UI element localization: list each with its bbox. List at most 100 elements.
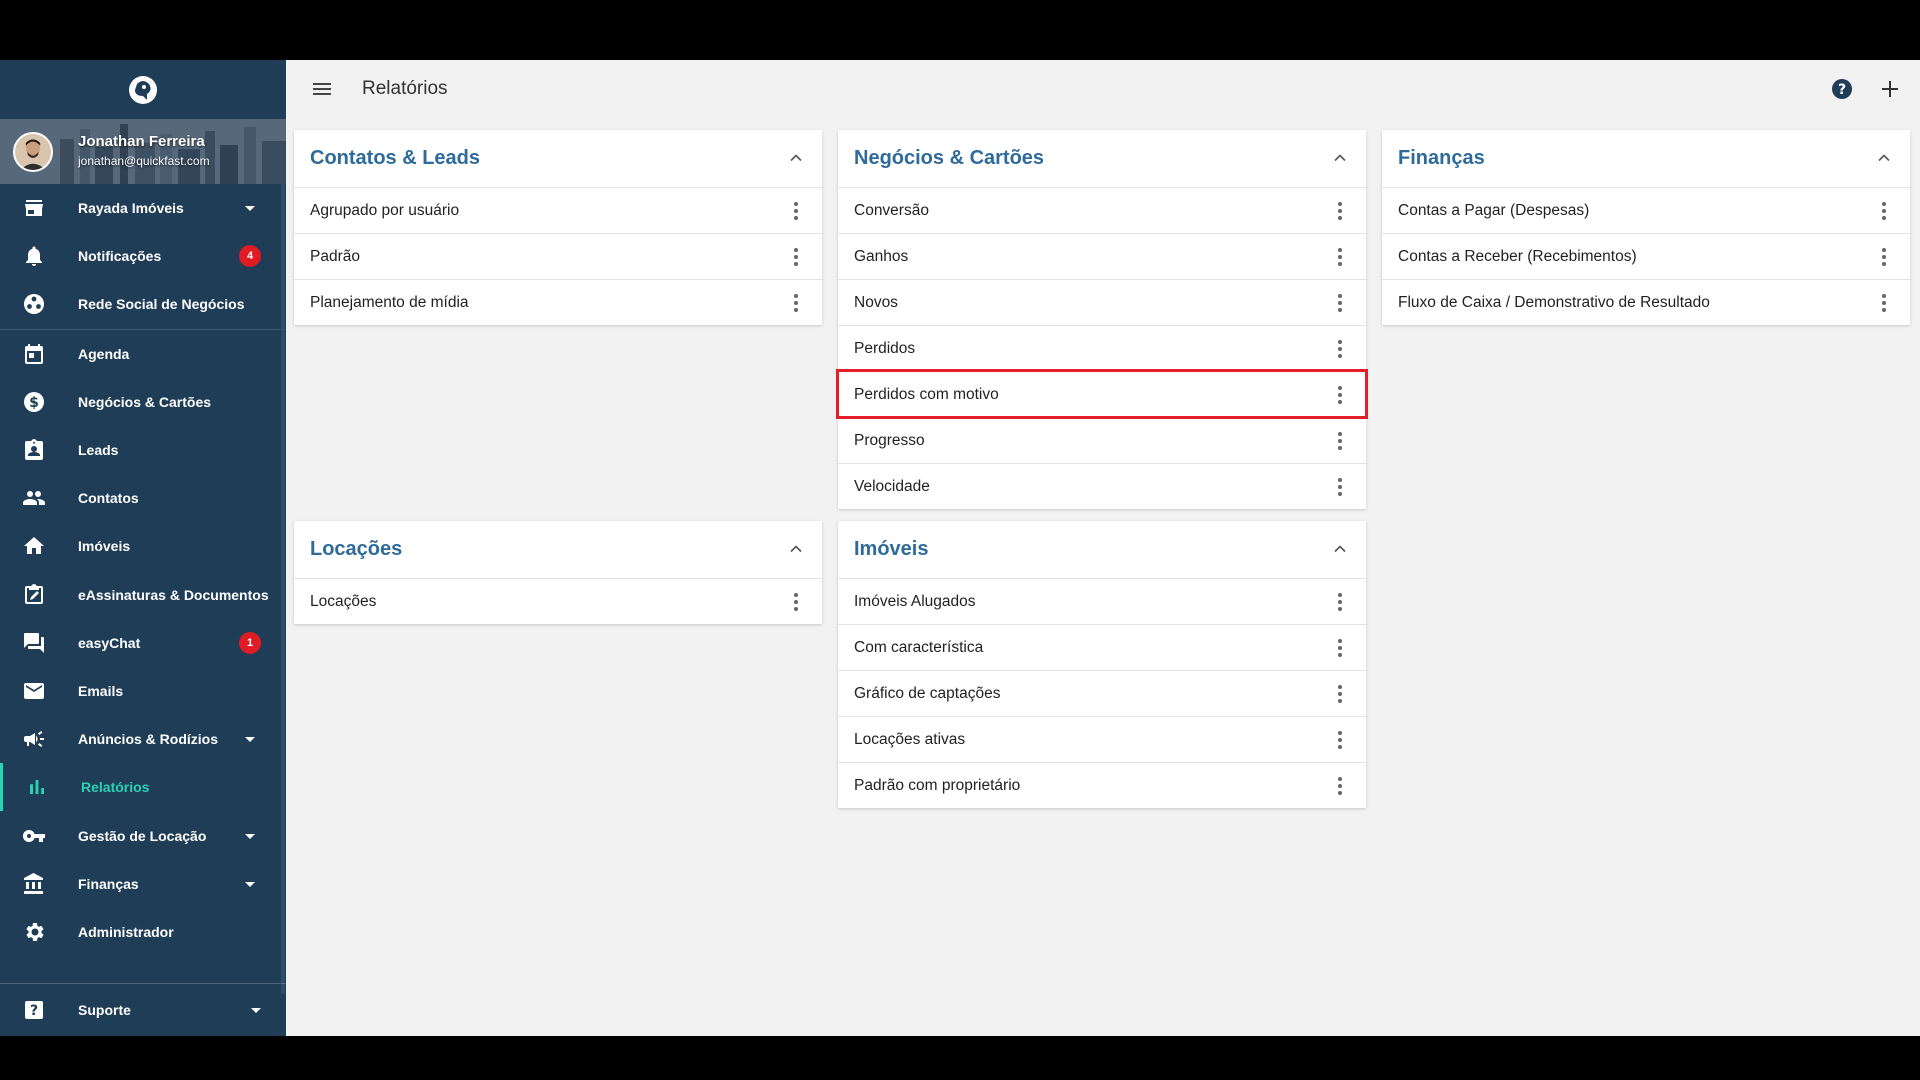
report-row[interactable]: Locações (294, 578, 822, 624)
sidebar-item-negocios-cartoes[interactable]: $ Negócios & Cartões (0, 378, 286, 426)
report-row[interactable]: Com característica (838, 624, 1366, 670)
report-label: Fluxo de Caixa / Demonstrativo de Result… (1398, 294, 1710, 311)
sidebar-item-emails[interactable]: Emails (0, 667, 286, 715)
card-title: Imóveis (854, 538, 929, 560)
more-vert-icon[interactable] (1330, 292, 1350, 314)
more-vert-icon[interactable] (786, 591, 806, 613)
report-row[interactable]: Velocidade (838, 463, 1366, 509)
svg-text:?: ? (30, 1003, 38, 1019)
report-row[interactable]: Contas a Pagar (Despesas) (1382, 187, 1910, 233)
report-label: Com característica (854, 639, 984, 656)
app-logo-icon[interactable] (127, 74, 159, 106)
more-vert-icon[interactable] (1330, 591, 1350, 613)
sidebar-item-imoveis[interactable]: Imóveis (0, 522, 286, 570)
more-vert-icon[interactable] (786, 246, 806, 268)
chevron-up-icon[interactable] (786, 148, 806, 168)
card-negocios-cartoes: Negócios & Cartões Conversão Ganhos Novo… (836, 130, 1368, 509)
more-vert-icon[interactable] (1874, 200, 1894, 222)
sidebar-item-agenda[interactable]: Agenda (0, 330, 286, 378)
chat-badge: 1 (239, 631, 261, 654)
sidebar-item-notificacoes[interactable]: Notificações 4 (0, 232, 286, 280)
more-vert-icon[interactable] (786, 200, 806, 222)
report-row[interactable]: Locações ativas (838, 716, 1366, 762)
chevron-up-icon[interactable] (786, 539, 806, 559)
report-row[interactable]: Padrão (294, 233, 822, 279)
report-row[interactable]: Progresso (838, 417, 1366, 463)
chevron-up-icon[interactable] (1330, 539, 1350, 559)
chevron-up-icon[interactable] (1874, 148, 1894, 168)
report-row-highlighted[interactable]: Perdidos com motivo (836, 369, 1368, 419)
sidebar-item-label: Leads (78, 442, 119, 459)
card-title: Negócios & Cartões (854, 147, 1045, 169)
hamburger-menu-icon[interactable] (310, 77, 334, 101)
help-box-icon: ? (25, 1001, 43, 1019)
sidebar-item-gestao-locacao[interactable]: Gestão de Locação (0, 811, 286, 859)
report-row[interactable]: Imóveis Alugados (838, 578, 1366, 624)
chevron-down-icon[interactable] (244, 733, 256, 745)
more-vert-icon[interactable] (786, 292, 806, 314)
plus-icon[interactable] (1878, 77, 1902, 101)
sidebar-item-relatorios[interactable]: Relatórios (0, 763, 286, 812)
help-icon[interactable]: ? (1830, 77, 1854, 101)
people-icon (23, 491, 45, 506)
sidebar-item-label: Finanças (78, 875, 139, 892)
avatar[interactable] (13, 132, 53, 172)
user-name: Jonathan Ferreira (78, 133, 205, 150)
more-vert-icon[interactable] (1330, 729, 1350, 751)
more-vert-icon[interactable] (1330, 246, 1350, 268)
sidebar-item-anuncios[interactable]: Anúncios & Rodízios (0, 715, 286, 763)
report-label: Perdidos (854, 340, 916, 357)
more-vert-icon[interactable] (1330, 683, 1350, 705)
sidebar-item-label: Contatos (78, 490, 139, 507)
report-row[interactable]: Novos (838, 279, 1366, 325)
more-vert-icon[interactable] (1874, 246, 1894, 268)
user-profile[interactable]: Jonathan Ferreira jonathan@quickfast.com (0, 119, 286, 184)
report-row[interactable]: Conversão (838, 187, 1366, 233)
sidebar-item-rede-social[interactable]: Rede Social de Negócios (0, 280, 286, 328)
sidebar-scrollbar[interactable] (281, 184, 285, 994)
report-row[interactable]: Ganhos (838, 233, 1366, 279)
chevron-down-icon[interactable] (250, 1004, 262, 1016)
report-row[interactable]: Fluxo de Caixa / Demonstrativo de Result… (1382, 279, 1910, 325)
report-row[interactable]: Perdidos (838, 325, 1366, 371)
megaphone-icon (24, 731, 44, 748)
sidebar-item-easychat[interactable]: easyChat 1 (0, 619, 286, 667)
card-header: Contatos & Leads (294, 130, 822, 187)
chevron-down-icon[interactable] (244, 830, 256, 842)
chevron-down-icon[interactable] (244, 202, 256, 214)
sidebar-item-label: Gestão de Locação (78, 827, 207, 844)
report-label: Progresso (854, 432, 925, 449)
notification-badge: 4 (239, 245, 261, 268)
sidebar-item-financas[interactable]: Finanças (0, 860, 286, 908)
report-row[interactable]: Agrupado por usuário (294, 187, 822, 233)
more-vert-icon[interactable] (1330, 384, 1350, 406)
sidebar-nav: Rayada Imóveis Notificações 4 Rede Socia… (0, 184, 286, 956)
more-vert-icon[interactable] (1330, 476, 1350, 498)
more-vert-icon[interactable] (1874, 292, 1894, 314)
report-row[interactable]: Contas a Receber (Recebimentos) (1382, 233, 1910, 279)
more-vert-icon[interactable] (1330, 338, 1350, 360)
sidebar-item-suporte[interactable]: ? Suporte (0, 983, 286, 1036)
report-label: Velocidade (854, 478, 930, 495)
sidebar-item-eassinaturas[interactable]: eAssinaturas & Documentos (0, 571, 286, 619)
home-icon (24, 537, 44, 555)
chevron-up-icon[interactable] (1330, 148, 1350, 168)
report-label: Contas a Receber (Recebimentos) (1398, 248, 1637, 265)
sidebar-item-label: Rede Social de Negócios (78, 296, 245, 313)
report-row[interactable]: Planejamento de mídia (294, 279, 822, 325)
report-row[interactable]: Padrão com proprietário (838, 762, 1366, 808)
more-vert-icon[interactable] (1330, 775, 1350, 797)
sidebar-item-leads[interactable]: Leads (0, 426, 286, 474)
bell-icon (26, 246, 42, 267)
more-vert-icon[interactable] (1330, 200, 1350, 222)
sidebar-item-administrador[interactable]: Administrador (0, 908, 286, 956)
sidebar-item-label: Emails (78, 682, 124, 699)
report-row[interactable]: Gráfico de captações (838, 670, 1366, 716)
sidebar-item-rayada-imoveis[interactable]: Rayada Imóveis (0, 184, 286, 232)
chevron-down-icon[interactable] (244, 878, 256, 890)
sidebar-item-contatos[interactable]: Contatos (0, 474, 286, 522)
card-imoveis: Imóveis Imóveis Alugados Com característ… (838, 521, 1366, 808)
report-label: Agrupado por usuário (310, 202, 460, 219)
more-vert-icon[interactable] (1330, 430, 1350, 452)
more-vert-icon[interactable] (1330, 637, 1350, 659)
